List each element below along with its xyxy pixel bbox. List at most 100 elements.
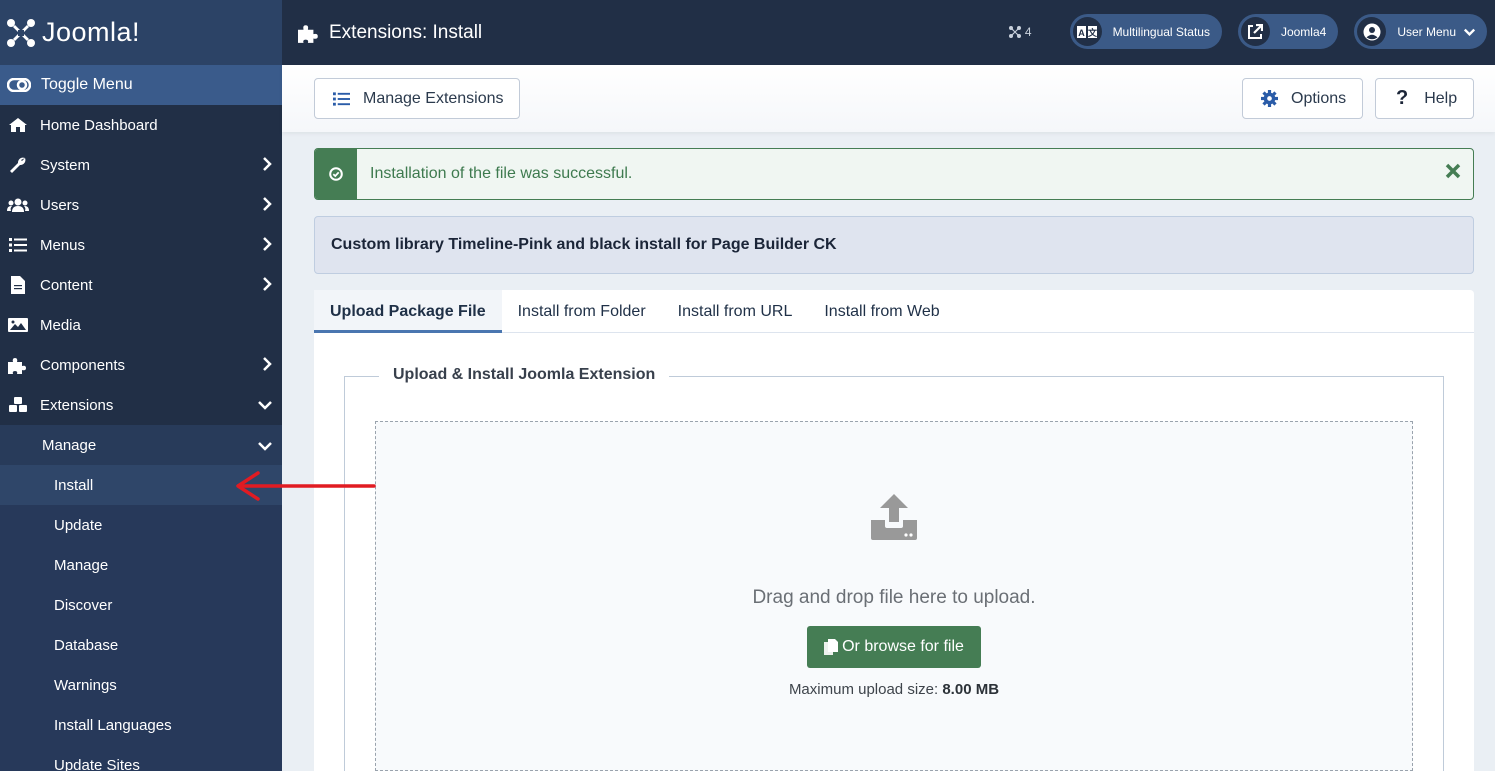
sidebar-item-system[interactable]: System bbox=[0, 145, 282, 185]
chevron-down-icon bbox=[1464, 28, 1475, 36]
sidebar-item-content[interactable]: Content bbox=[0, 265, 282, 305]
chevron-down-icon bbox=[258, 438, 272, 455]
home-icon bbox=[7, 117, 29, 133]
file-dropzone[interactable]: Drag and drop file here to upload. Or br… bbox=[375, 421, 1413, 771]
joomla-mini-icon bbox=[1008, 25, 1021, 38]
user-menu-label: User Menu bbox=[1397, 24, 1456, 39]
chevron-right-icon bbox=[262, 357, 272, 375]
svg-text:A: A bbox=[1078, 28, 1085, 38]
toggle-icon bbox=[7, 78, 31, 92]
close-alert-icon[interactable] bbox=[1445, 163, 1461, 184]
sidebar-item-label: System bbox=[40, 156, 91, 174]
sidebar-item-home-dashboard[interactable]: Home Dashboard bbox=[0, 105, 282, 145]
chevron-right-icon bbox=[262, 277, 272, 295]
toggle-menu-button[interactable]: Toggle Menu bbox=[0, 65, 282, 105]
sidebar-item-extensions[interactable]: Extensions bbox=[0, 385, 282, 425]
sidebar-item-label: Content bbox=[40, 276, 93, 294]
browse-file-label: Or browse for file bbox=[842, 638, 964, 655]
check-circle-icon bbox=[315, 149, 357, 199]
sidebar-item-label: Media bbox=[40, 316, 81, 334]
submenu-header-label: Manage bbox=[42, 436, 97, 454]
toolbar: Manage Extensions Options ? Help bbox=[282, 65, 1495, 132]
sidebar-item-label: Menus bbox=[40, 236, 86, 254]
page-title: Extensions: Install bbox=[298, 22, 482, 44]
puzzle-icon bbox=[7, 356, 29, 374]
brand-logo[interactable]: Joomla! bbox=[0, 0, 282, 65]
header-actions: 4 A文 Multilingual Status Joomla4 User Me… bbox=[1008, 14, 1487, 49]
counter-value: 4 bbox=[1024, 24, 1032, 39]
options-button[interactable]: Options bbox=[1242, 78, 1363, 119]
image-icon bbox=[7, 318, 29, 332]
submenu-item-discover[interactable]: Discover bbox=[0, 585, 282, 625]
help-label: Help bbox=[1424, 89, 1458, 107]
tab-install-from-folder[interactable]: Install from Folder bbox=[502, 290, 662, 333]
install-tabs-card: Upload Package File Install from Folder … bbox=[314, 290, 1474, 771]
puzzle-icon bbox=[298, 23, 320, 43]
drag-drop-text: Drag and drop file here to upload. bbox=[752, 587, 1036, 608]
multilingual-status-label: Multilingual Status bbox=[1112, 24, 1210, 39]
users-icon bbox=[7, 198, 29, 212]
site-link-button[interactable]: Joomla4 bbox=[1237, 14, 1339, 49]
list-icon bbox=[7, 238, 29, 252]
sidebar-item-label: Users bbox=[40, 196, 80, 214]
chevron-right-icon bbox=[262, 237, 272, 255]
max-upload-label: Maximum upload size: bbox=[788, 681, 939, 698]
upload-legend: Upload & Install Joomla Extension bbox=[379, 366, 670, 384]
file-icon bbox=[7, 276, 29, 294]
help-button[interactable]: ? Help bbox=[1375, 78, 1474, 119]
alert-message: Installation of the file was successful. bbox=[370, 165, 633, 182]
browse-file-button[interactable]: Or browse for file bbox=[807, 626, 981, 668]
sidebar-item-label: Extensions bbox=[40, 396, 114, 414]
chevron-right-icon bbox=[262, 157, 272, 175]
tab-install-from-web[interactable]: Install from Web bbox=[808, 290, 955, 333]
chevron-right-icon bbox=[262, 197, 272, 215]
options-label: Options bbox=[1291, 89, 1347, 107]
success-alert: Installation of the file was successful. bbox=[314, 148, 1474, 200]
submenu-item-update-sites[interactable]: Update Sites bbox=[0, 745, 282, 771]
submenu-item-manage[interactable]: Manage bbox=[0, 545, 282, 585]
svg-text:文: 文 bbox=[1087, 27, 1097, 38]
tab-install-from-url[interactable]: Install from URL bbox=[662, 290, 809, 333]
submenu-item-warnings[interactable]: Warnings bbox=[0, 665, 282, 705]
extensions-submenu: Manage Install Update Manage Discover Da… bbox=[0, 425, 282, 771]
tab-upload-package-file[interactable]: Upload Package File bbox=[314, 290, 502, 333]
question-icon: ? bbox=[1396, 87, 1409, 109]
wrench-icon bbox=[7, 156, 29, 174]
site-link-label: Joomla4 bbox=[1280, 24, 1327, 39]
manage-extensions-button[interactable]: Manage Extensions bbox=[314, 78, 520, 119]
toggle-menu-label: Toggle Menu bbox=[41, 76, 133, 93]
dropzone-content: Drag and drop file here to upload. Or br… bbox=[376, 492, 1412, 698]
submenu-item-database[interactable]: Database bbox=[0, 625, 282, 665]
gear-icon bbox=[1261, 90, 1278, 107]
sidebar-item-label: Home Dashboard bbox=[40, 116, 158, 134]
user-circle-icon bbox=[1357, 17, 1387, 46]
submenu-manage-header[interactable]: Manage bbox=[0, 425, 282, 465]
upload-fieldset: Upload & Install Joomla Extension Drag a… bbox=[344, 366, 1444, 771]
sidebar-item-components[interactable]: Components bbox=[0, 345, 282, 385]
sidebar-item-users[interactable]: Users bbox=[0, 185, 282, 225]
user-menu-button[interactable]: User Menu bbox=[1354, 14, 1487, 49]
list-icon bbox=[333, 91, 350, 106]
install-info-message: Custom library Timeline-Pink and black i… bbox=[314, 216, 1474, 274]
joomla-logo-icon bbox=[6, 18, 36, 48]
page-title-text: Extensions: Install bbox=[329, 21, 483, 43]
submenu-item-install-languages[interactable]: Install Languages bbox=[0, 705, 282, 745]
chevron-down-icon bbox=[258, 397, 272, 414]
sidebar: Joomla! Toggle Menu Home Dashboard Syste… bbox=[0, 0, 282, 771]
sidebar-item-label: Components bbox=[40, 356, 126, 374]
max-upload-size: Maximum upload size: 8.00 MB bbox=[789, 681, 999, 698]
brand-name: Joomla! bbox=[42, 17, 141, 47]
joomla-version-counter[interactable]: 4 bbox=[1008, 24, 1032, 39]
max-upload-value: 8.00 MB bbox=[942, 681, 1000, 698]
tab-list: Upload Package File Install from Folder … bbox=[314, 290, 1474, 333]
language-icon: A文 bbox=[1072, 17, 1102, 46]
sidebar-item-media[interactable]: Media bbox=[0, 305, 282, 345]
sidebar-item-menus[interactable]: Menus bbox=[0, 225, 282, 265]
copy-files-icon bbox=[824, 639, 839, 655]
submenu-item-update[interactable]: Update bbox=[0, 505, 282, 545]
upload-icon bbox=[869, 492, 919, 547]
submenu-item-install[interactable]: Install bbox=[0, 465, 282, 505]
manage-extensions-label: Manage Extensions bbox=[363, 89, 504, 107]
cubes-icon bbox=[7, 396, 29, 414]
multilingual-status-button[interactable]: A文 Multilingual Status bbox=[1069, 14, 1222, 49]
